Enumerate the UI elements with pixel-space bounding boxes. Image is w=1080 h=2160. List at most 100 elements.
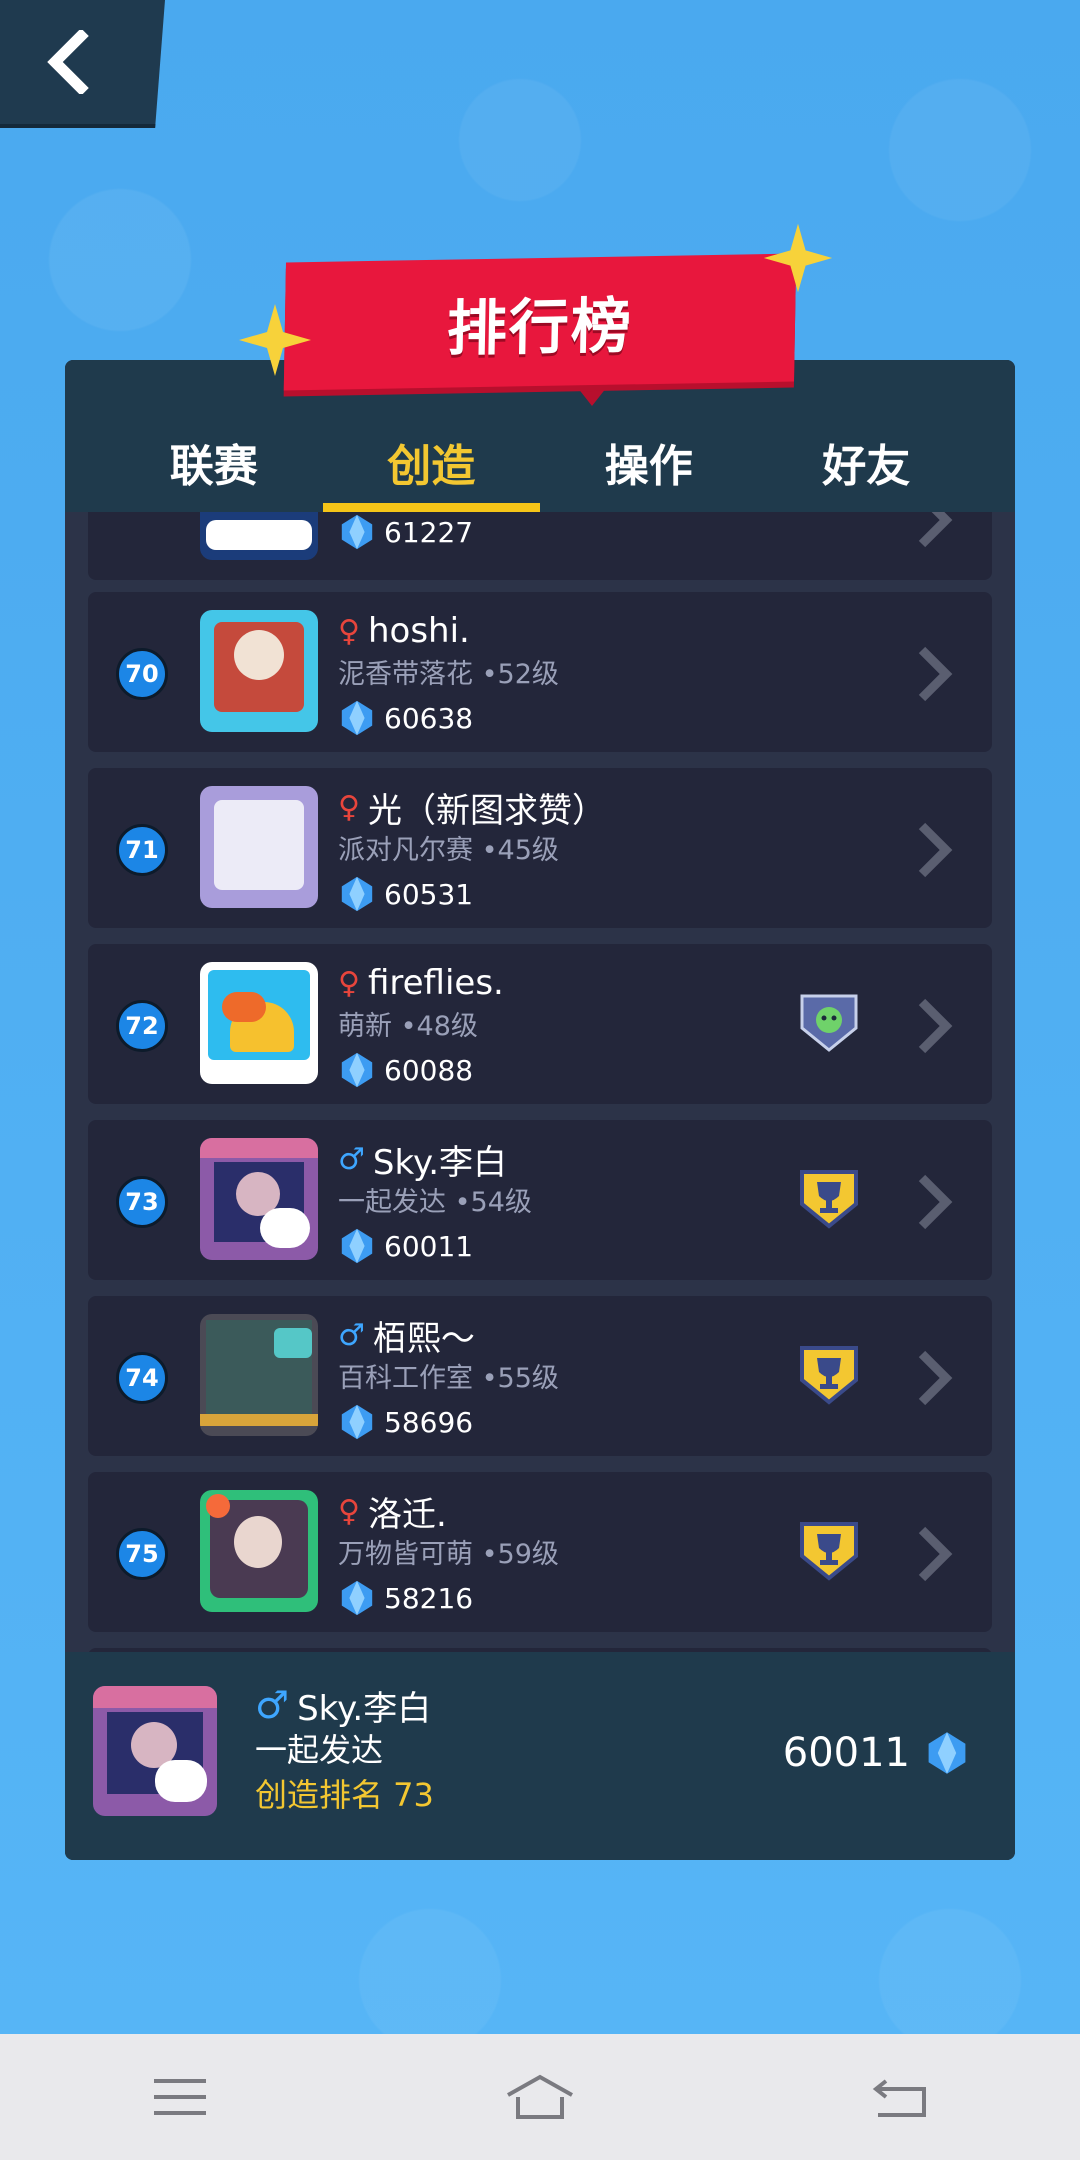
chevron-right-icon[interactable] bbox=[914, 1348, 954, 1408]
back-arrow-icon bbox=[46, 30, 89, 94]
avatar bbox=[200, 786, 318, 908]
row-info: 61227 bbox=[338, 512, 473, 554]
score-value: 61227 bbox=[384, 515, 474, 549]
gem-icon bbox=[341, 1580, 373, 1616]
page-title: 排行榜 bbox=[446, 290, 634, 365]
male-icon: ♂ bbox=[338, 1141, 365, 1177]
female-icon: ♀ bbox=[338, 613, 360, 649]
gem-icon bbox=[341, 1052, 373, 1088]
score-value: 60011 bbox=[384, 1229, 474, 1263]
list-item[interactable]: 74 ♂ 栢熙～ 百科工作室 •55级 58696 bbox=[88, 1296, 992, 1456]
player-name: Sky.李白 bbox=[372, 1142, 508, 1183]
chevron-right-icon[interactable] bbox=[914, 1172, 954, 1232]
female-icon: ♀ bbox=[338, 789, 360, 825]
my-info: ♂ Sky.李白 一起发达 创造排名 73 bbox=[255, 1682, 434, 1818]
row-info: ♂ Sky.李白 一起发达 •54级 60011 bbox=[338, 1136, 532, 1268]
club-name: 百科工作室 bbox=[338, 1363, 473, 1394]
club-name: 萌新 bbox=[338, 1011, 392, 1042]
player-name: 洛迁. bbox=[367, 1494, 447, 1535]
gem-icon bbox=[341, 514, 373, 550]
score-value: 58696 bbox=[384, 1405, 474, 1439]
gem-icon bbox=[341, 700, 373, 736]
system-nav-bar bbox=[0, 2034, 1080, 2160]
rank-badge: 75 bbox=[116, 1528, 168, 1580]
back-system-button[interactable] bbox=[800, 2034, 1000, 2160]
gem-icon bbox=[928, 1732, 966, 1774]
my-avatar bbox=[93, 1686, 217, 1816]
player-name: 光（新图求赞） bbox=[367, 790, 606, 831]
chevron-right-icon[interactable] bbox=[914, 1524, 954, 1584]
list-item[interactable]: 70 ♀ hoshi. 泥香带落花 •52级 60638 bbox=[88, 592, 992, 752]
menu-icon bbox=[154, 2079, 206, 2115]
my-score-value: 60011 bbox=[782, 1730, 910, 1776]
back-button[interactable] bbox=[0, 0, 165, 128]
my-name: Sky.李白 bbox=[297, 1688, 432, 1729]
row-info: ♀ 光（新图求赞） 派对凡尔赛 •45级 60531 bbox=[338, 784, 606, 916]
leaderboard-panel: 联赛 创造 操作 好友 61227 70 ♀ hoshi. 泥香带落花 •52级… bbox=[65, 360, 1015, 1860]
my-rank-text: 创造排名 73 bbox=[255, 1776, 434, 1814]
club-name: 万物皆可萌 bbox=[338, 1539, 473, 1570]
player-level: •45级 bbox=[481, 835, 559, 866]
row-info: ♂ 栢熙～ 百科工作室 •55级 58696 bbox=[338, 1312, 559, 1444]
tab-friends[interactable]: 好友 bbox=[758, 360, 1016, 512]
home-button[interactable] bbox=[440, 2034, 640, 2160]
list-item[interactable]: 71 ♀ 光（新图求赞） 派对凡尔赛 •45级 60531 bbox=[88, 768, 992, 928]
club-name: 派对凡尔赛 bbox=[338, 835, 473, 866]
trophy-icon[interactable] bbox=[798, 1168, 860, 1230]
return-icon bbox=[872, 2079, 926, 2117]
player-name: hoshi. bbox=[367, 611, 470, 651]
avatar bbox=[200, 1490, 318, 1612]
my-club: 一起发达 bbox=[255, 1731, 384, 1769]
chevron-right-icon[interactable] bbox=[914, 644, 954, 704]
player-level: •52级 bbox=[481, 659, 559, 690]
score-value: 60088 bbox=[384, 1053, 474, 1087]
trophy-icon[interactable] bbox=[798, 1344, 860, 1406]
gem-icon bbox=[341, 1228, 373, 1264]
avatar bbox=[200, 1138, 318, 1260]
list-item[interactable]: 73 ♂ Sky.李白 一起发达 •54级 60011 bbox=[88, 1120, 992, 1280]
trophy-icon[interactable] bbox=[798, 1520, 860, 1582]
male-icon: ♂ bbox=[338, 1317, 365, 1353]
female-icon: ♀ bbox=[338, 965, 360, 1001]
list-item[interactable]: 72 ♀ fireflies. 萌新 •48级 60088 bbox=[88, 944, 992, 1104]
score-value: 60638 bbox=[384, 701, 474, 735]
avatar bbox=[200, 1314, 318, 1436]
row-info: ♀ fireflies. 萌新 •48级 60088 bbox=[338, 960, 504, 1092]
player-level: •54级 bbox=[454, 1187, 532, 1218]
rank-badge: 73 bbox=[116, 1176, 168, 1228]
gem-icon bbox=[341, 1404, 373, 1440]
star-icon bbox=[239, 304, 311, 376]
rank-badge: 70 bbox=[116, 648, 168, 700]
star-icon bbox=[763, 223, 833, 293]
row-info: ♀ hoshi. 泥香带落花 •52级 60638 bbox=[338, 608, 559, 740]
rank-badge: 71 bbox=[116, 824, 168, 876]
avatar bbox=[200, 512, 318, 560]
list-item[interactable]: 75 ♀ 洛迁. 万物皆可萌 •59级 58216 bbox=[88, 1472, 992, 1632]
gem-icon bbox=[341, 876, 373, 912]
list-item[interactable]: 61227 bbox=[88, 512, 992, 580]
rank-badge: 72 bbox=[116, 1000, 168, 1052]
player-level: •55级 bbox=[481, 1363, 559, 1394]
chevron-right-icon[interactable] bbox=[914, 820, 954, 880]
avatar bbox=[200, 962, 318, 1084]
club-name: 一起发达 bbox=[338, 1187, 446, 1218]
score-value: 58216 bbox=[384, 1581, 474, 1615]
shield-icon[interactable] bbox=[798, 992, 860, 1054]
score-value: 60531 bbox=[384, 877, 474, 911]
chevron-right-icon[interactable] bbox=[914, 996, 954, 1056]
home-icon bbox=[507, 2074, 573, 2119]
female-icon: ♀ bbox=[338, 1493, 360, 1529]
rank-badge: 74 bbox=[116, 1352, 168, 1404]
player-name: 栢熙～ bbox=[372, 1318, 475, 1359]
row-info: ♀ 洛迁. 万物皆可萌 •59级 58216 bbox=[338, 1488, 559, 1620]
title-ribbon: 排行榜 bbox=[283, 253, 797, 391]
chevron-right-icon[interactable] bbox=[914, 512, 954, 550]
club-name: 泥香带落花 bbox=[338, 659, 473, 690]
player-level: •48级 bbox=[400, 1011, 478, 1042]
player-name: fireflies. bbox=[367, 963, 504, 1003]
avatar bbox=[200, 610, 318, 732]
my-rank-bar[interactable]: ♂ Sky.李白 一起发达 创造排名 73 60011 bbox=[65, 1652, 1015, 1860]
ranking-list[interactable]: 61227 70 ♀ hoshi. 泥香带落花 •52级 60638 71 ♀ … bbox=[65, 512, 1015, 1652]
menu-button[interactable] bbox=[80, 2034, 280, 2160]
male-icon: ♂ bbox=[255, 1683, 290, 1727]
